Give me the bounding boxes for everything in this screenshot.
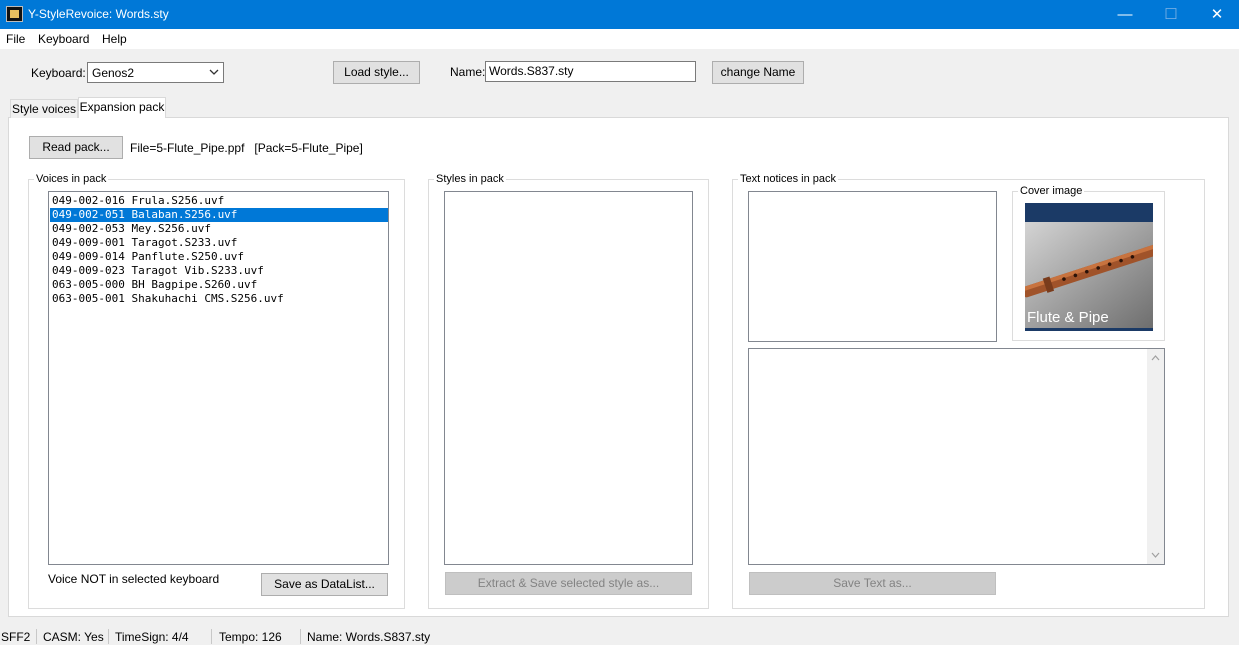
scroll-up-icon[interactable] bbox=[1151, 354, 1160, 361]
title-bar: Y-StyleRevoice: Words.sty — ☐ ✕ bbox=[0, 0, 1239, 29]
text-notices-list[interactable] bbox=[748, 191, 997, 342]
minimize-button[interactable]: — bbox=[1102, 0, 1148, 29]
change-name-button[interactable]: change Name bbox=[712, 61, 804, 84]
name-label: Name: bbox=[450, 65, 486, 79]
menu-keyboard[interactable]: Keyboard bbox=[38, 32, 89, 46]
styles-group-title: Styles in pack bbox=[434, 173, 506, 185]
app-icon[interactable] bbox=[6, 6, 23, 22]
status-name: Name: Words.S837.sty bbox=[307, 630, 431, 644]
voice-list-item[interactable]: 049-009-014 Panflute.S250.uvf bbox=[50, 250, 388, 264]
text-content-box[interactable] bbox=[748, 348, 1165, 565]
scroll-down-icon[interactable] bbox=[1151, 552, 1160, 559]
menu-bar: File Keyboard Help bbox=[0, 29, 1239, 49]
cover-image-title: Cover image bbox=[1018, 185, 1085, 197]
tab-style-voices[interactable]: Style voices bbox=[10, 99, 78, 118]
voice-list-item[interactable]: 063-005-001 Shakuhachi CMS.S256.uvf bbox=[50, 292, 388, 306]
status-divider bbox=[108, 629, 109, 644]
status-bar: SFF2 CASM: Yes TimeSign: 4/4 Tempo: 126 … bbox=[0, 627, 1239, 645]
tab-expansion-pack[interactable]: Expansion pack bbox=[78, 97, 166, 118]
close-button[interactable]: ✕ bbox=[1194, 0, 1239, 29]
voice-note: Voice NOT in selected keyboard bbox=[48, 572, 220, 586]
text-notices-group-title: Text notices in pack bbox=[738, 173, 838, 185]
window-title: Y-StyleRevoice: Words.sty bbox=[28, 7, 169, 21]
cover-caption: Flute & Pipe bbox=[1027, 309, 1109, 326]
chevron-down-icon bbox=[209, 69, 219, 75]
voice-list-item[interactable]: 049-002-016 Frula.S256.uvf bbox=[50, 194, 388, 208]
maximize-button[interactable]: ☐ bbox=[1148, 0, 1194, 29]
status-timesign: TimeSign: 4/4 bbox=[115, 630, 189, 644]
status-divider bbox=[36, 629, 37, 644]
keyboard-select[interactable]: Genos2 bbox=[87, 62, 224, 83]
name-field[interactable]: Words.S837.sty bbox=[485, 61, 696, 82]
status-format: SFF2 bbox=[1, 630, 31, 644]
vertical-scrollbar[interactable] bbox=[1147, 349, 1164, 564]
voice-list-item[interactable]: 063-005-000 BH Bagpipe.S260.uvf bbox=[50, 278, 388, 292]
save-text-button[interactable]: Save Text as... bbox=[749, 572, 996, 595]
keyboard-select-value: Genos2 bbox=[92, 66, 135, 80]
file-info: File=5-Flute_Pipe.ppf [Pack=5-Flute_Pipe… bbox=[130, 141, 363, 155]
extract-save-style-button[interactable]: Extract & Save selected style as... bbox=[445, 572, 692, 595]
status-divider bbox=[211, 629, 212, 644]
voices-list[interactable]: 049-002-016 Frula.S256.uvf 049-002-051 Ba… bbox=[48, 191, 389, 565]
status-casm: CASM: Yes bbox=[43, 630, 104, 644]
voice-list-item[interactable]: 049-002-053 Mey.S256.uvf bbox=[50, 222, 388, 236]
styles-list[interactable] bbox=[444, 191, 693, 565]
status-tempo: Tempo: 126 bbox=[219, 630, 282, 644]
load-style-button[interactable]: Load style... bbox=[333, 61, 420, 84]
read-pack-button[interactable]: Read pack... bbox=[29, 136, 123, 159]
menu-help[interactable]: Help bbox=[102, 32, 127, 46]
voice-list-item[interactable]: 049-009-023 Taragot Vib.S233.uvf bbox=[50, 264, 388, 278]
voice-list-item[interactable]: 049-002-051 Balaban.S256.uvf bbox=[50, 208, 388, 222]
voices-group-title: Voices in pack bbox=[34, 173, 109, 185]
status-divider bbox=[300, 629, 301, 644]
cover-image: Flute & Pipe bbox=[1025, 203, 1153, 331]
save-as-datalist-button[interactable]: Save as DataList... bbox=[261, 573, 388, 596]
menu-file[interactable]: File bbox=[6, 32, 25, 46]
voice-list-item[interactable]: 049-009-001 Taragot.S233.uvf bbox=[50, 236, 388, 250]
keyboard-label: Keyboard: bbox=[31, 66, 86, 80]
